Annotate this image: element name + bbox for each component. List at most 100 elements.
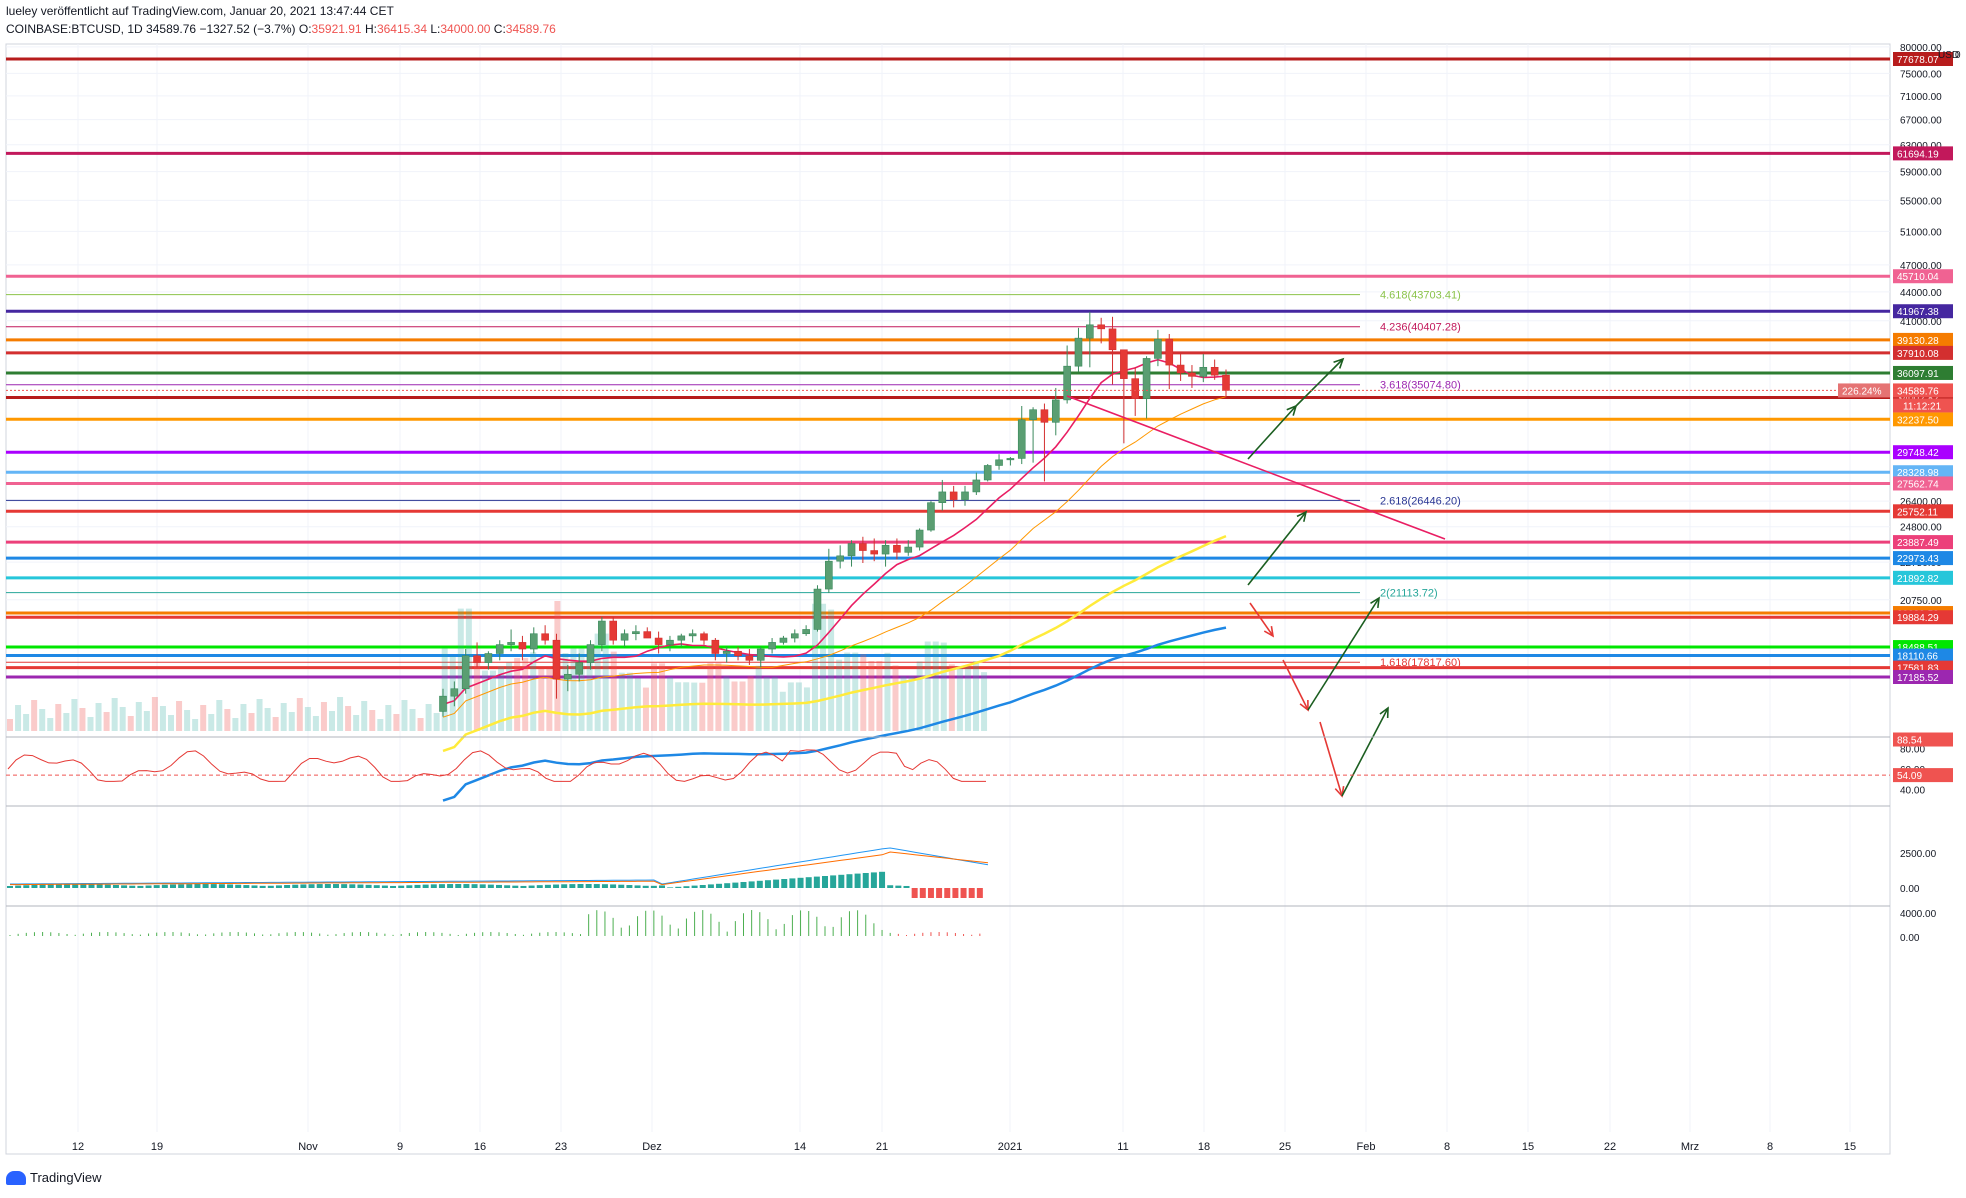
moving-averages — [442, 358, 1227, 802]
volume-bar — [240, 704, 247, 731]
volume-bar — [425, 704, 432, 731]
macd-histogram-bar — [284, 885, 291, 888]
candle-body — [450, 688, 459, 697]
macd-histogram-bar — [667, 887, 674, 888]
projection-arrow — [1249, 602, 1274, 637]
macd-histogram-bar — [936, 888, 943, 898]
x-axis: 12 19 Nov 9 16 23 Dez 14 21 2021 11 18 25 Feb 8 15 22 Mrz… — [72, 1141, 1856, 1153]
macd-histogram-bar — [968, 888, 975, 898]
macd-histogram-bar — [699, 885, 706, 888]
oscillator-tick-label: 4000.00 — [1900, 909, 1937, 920]
macd-histogram-bar — [601, 884, 608, 888]
volume-bar — [15, 705, 22, 731]
open-label: O: — [298, 22, 312, 36]
price-scale[interactable]: 80000.0075000.0071000.0067000.0063000.00… — [1838, 43, 1953, 684]
candle-body — [1097, 324, 1105, 330]
macd-histogram-bar — [333, 884, 339, 888]
macd-histogram-bar — [170, 884, 176, 888]
volume-bar — [964, 666, 971, 731]
macd-histogram-bar — [675, 886, 682, 888]
macd-histogram-bar — [292, 884, 299, 888]
moving-average-line — [442, 534, 1227, 753]
volume-bar — [562, 653, 569, 731]
volume-bar — [7, 719, 13, 731]
volume-bar — [143, 711, 150, 731]
volume-bar — [296, 698, 303, 731]
macd-histogram-bar — [830, 875, 837, 888]
x-tick-label: 8 — [1767, 1141, 1773, 1153]
fib-label: 1.618(17817.60) — [1380, 657, 1461, 669]
macd-histogram-bar — [39, 884, 46, 888]
macd-histogram-bar — [732, 882, 739, 888]
volume-bar — [31, 700, 38, 731]
volume-bar — [47, 718, 54, 731]
candle-body — [620, 633, 629, 641]
y-tick-label: 24800.00 — [1900, 523, 1942, 534]
volume-bar — [691, 682, 698, 731]
macd-histogram-bar — [895, 885, 902, 888]
volume-bar — [312, 716, 319, 731]
macd-histogram-bar — [707, 884, 714, 888]
macd-histogram-bar — [112, 884, 119, 888]
macd-histogram-bar — [553, 884, 560, 888]
fib-label: 4.618(43703.41) — [1380, 290, 1461, 302]
fib-label: 4.236(40407.28) — [1380, 322, 1461, 334]
low-label: L: — [430, 22, 441, 36]
macd-histogram-bar — [121, 885, 128, 888]
publisher-line: lueley veröffentlicht auf TradingView.co… — [6, 4, 394, 18]
chart-frame[interactable]: 4.618(43703.41) 4.236(40407.28) 3.618(3507… — [0, 40, 1966, 1158]
volume-bar — [924, 641, 931, 731]
candle-body — [1188, 372, 1196, 377]
macd-histogram-bar — [659, 885, 665, 888]
oscillator-pane: 4000.00 0.00 — [6, 905, 1937, 944]
macd-histogram-bar — [927, 888, 934, 898]
volume-bar — [377, 719, 384, 731]
volume-bar — [135, 702, 142, 731]
candle-body — [711, 639, 720, 654]
symbol-label[interactable]: COINBASE:BTCUSD, 1D — [6, 22, 143, 36]
volume-bar — [216, 700, 223, 731]
macd-histogram-bar — [88, 884, 95, 888]
volume-bar — [844, 652, 851, 731]
macd-histogram-bar — [528, 885, 535, 888]
volume-bar — [634, 678, 641, 731]
macd-histogram-bar — [544, 884, 551, 888]
macd-histogram-bar — [960, 888, 967, 898]
volume-bar — [127, 716, 134, 731]
macd-histogram-bar — [724, 883, 731, 888]
tradingview-logo[interactable]: TradingView — [6, 1170, 102, 1185]
volume-bar — [626, 672, 633, 731]
fib-label: 2.618(26446.20) — [1380, 495, 1461, 507]
level-badge-label: 45710.04 — [1897, 272, 1939, 283]
tradingview-cloud-icon — [6, 1170, 26, 1185]
macd-histogram-bar — [593, 884, 600, 888]
volume-bar — [320, 702, 327, 731]
volume-bar — [755, 665, 762, 731]
price-chart[interactable]: 4.618(43703.41) 4.236(40407.28) 3.618(3507… — [0, 40, 1966, 1158]
candle-body — [564, 673, 572, 680]
macd-histogram-bar — [822, 876, 828, 888]
candle-body — [632, 631, 640, 635]
rsi-level-label: 54.09 — [1897, 771, 1922, 782]
candle-body — [1199, 366, 1208, 377]
macd-histogram-bar — [145, 885, 152, 888]
volume-bar — [417, 718, 424, 731]
y-tick-label: 75000.00 — [1900, 69, 1942, 80]
macd-histogram-bar — [716, 883, 723, 888]
macd-histogram-bar — [235, 884, 242, 888]
candle-body — [1142, 358, 1151, 399]
x-tick-label: Mrz — [1681, 1141, 1699, 1153]
candle-body — [439, 695, 447, 712]
volume-bar — [401, 700, 408, 731]
candle-body — [1006, 458, 1015, 461]
macd-histogram-bar — [903, 885, 910, 888]
volume-bar — [731, 681, 738, 731]
macd-histogram-bar — [463, 884, 470, 888]
rsi-tick-label: 40.00 — [1900, 786, 1925, 797]
macd-histogram-bar — [487, 884, 494, 888]
volume-bar — [795, 682, 802, 731]
macd-histogram-bar — [805, 877, 812, 888]
macd-histogram-bar — [381, 885, 388, 888]
volume-bar — [79, 708, 86, 731]
volume-bar — [884, 652, 891, 731]
